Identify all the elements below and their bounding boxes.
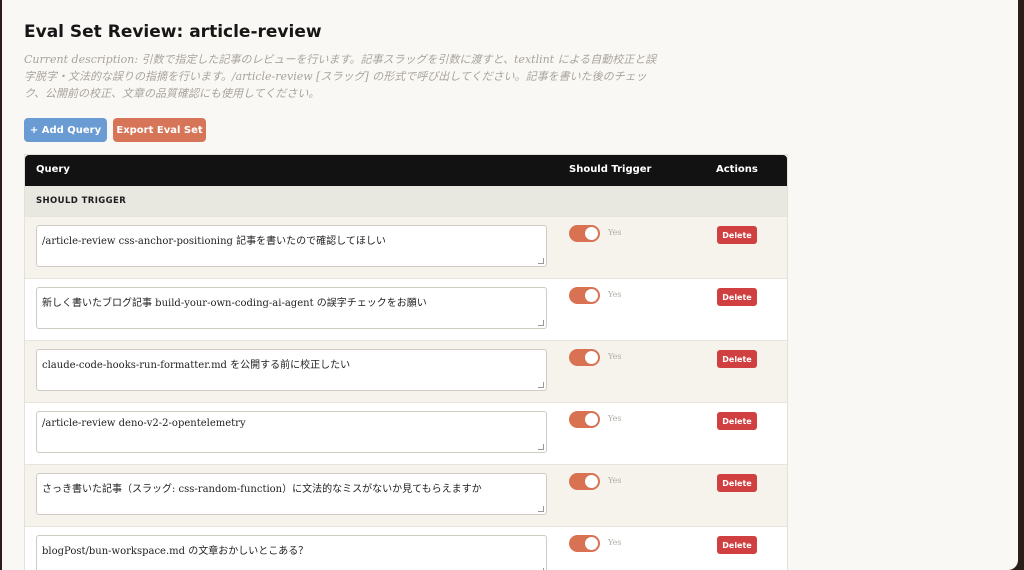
table-row: さっき書いた記事（スラッグ: css-random-function）に文法的な… (25, 464, 787, 526)
toggle-knob (585, 289, 598, 302)
delete-button[interactable]: Delete (717, 536, 757, 554)
toggle-label: Yes (608, 228, 622, 237)
delete-button[interactable]: Delete (717, 474, 757, 492)
resize-handle-icon[interactable] (538, 320, 544, 326)
query-textarea[interactable]: /article-review css-anchor-positioning 記… (36, 225, 547, 267)
toggle-label: Yes (608, 414, 622, 423)
query-textarea[interactable]: 新しく書いたブログ記事 build-your-own-coding-ai-age… (36, 287, 547, 329)
toggle-knob (585, 475, 598, 488)
toggle-label: Yes (608, 290, 622, 299)
query-text: claude-code-hooks-run-formatter.md を公開する… (42, 360, 351, 371)
should-trigger-toggle[interactable] (569, 349, 600, 366)
group-label: SHOULD TRIGGER (36, 196, 127, 206)
query-textarea[interactable]: claude-code-hooks-run-formatter.md を公開する… (36, 349, 547, 391)
toggle-knob (585, 413, 598, 426)
query-text: /article-review css-anchor-positioning 記… (42, 236, 386, 247)
table-row: /article-review css-anchor-positioning 記… (25, 216, 787, 278)
toggle-label: Yes (608, 352, 622, 361)
table-body: /article-review css-anchor-positioning 記… (25, 216, 787, 570)
should-trigger-toggle[interactable] (569, 411, 600, 428)
query-textarea[interactable]: /article-review deno-v2-2-opentelemetry (36, 411, 547, 453)
toggle-knob (585, 227, 598, 240)
add-query-button[interactable]: + Add Query (24, 118, 107, 142)
group-header-should-trigger: SHOULD TRIGGER (25, 186, 787, 216)
should-trigger-toggle[interactable] (569, 287, 600, 304)
delete-button[interactable]: Delete (717, 412, 757, 430)
eval-set-table: Query Should Trigger Actions SHOULD TRIG… (24, 154, 788, 570)
resize-handle-icon[interactable] (538, 258, 544, 264)
column-header-query: Query (36, 164, 70, 175)
column-header-should-trigger: Should Trigger (569, 164, 652, 175)
table-row: /article-review deno-v2-2-opentelemetry Y… (25, 402, 787, 464)
column-header-actions: Actions (716, 164, 758, 175)
page: Eval Set Review: article-review Current … (2, 0, 1018, 570)
toggle-label: Yes (608, 538, 622, 547)
table-header: Query Should Trigger Actions (25, 155, 787, 186)
should-trigger-toggle[interactable] (569, 473, 600, 490)
toggle-knob (585, 351, 598, 364)
delete-button[interactable]: Delete (717, 288, 757, 306)
query-text: blogPost/bun-workspace.md の文章おかしいとこある？ (42, 546, 309, 557)
table-row: 新しく書いたブログ記事 build-your-own-coding-ai-age… (25, 278, 787, 340)
page-title: Eval Set Review: article-review (24, 22, 322, 42)
should-trigger-toggle[interactable] (569, 535, 600, 552)
query-textarea[interactable]: さっき書いた記事（スラッグ: css-random-function）に文法的な… (36, 473, 547, 515)
delete-button[interactable]: Delete (717, 350, 757, 368)
toggle-label: Yes (608, 476, 622, 485)
current-description: Current description: 引数で指定した記事のレビューを行います… (24, 53, 657, 100)
toggle-knob (585, 537, 598, 550)
query-textarea[interactable]: blogPost/bun-workspace.md の文章おかしいとこある？ (36, 535, 547, 570)
resize-handle-icon[interactable] (538, 506, 544, 512)
query-text: /article-review deno-v2-2-opentelemetry (42, 418, 246, 429)
delete-button[interactable]: Delete (717, 226, 757, 244)
query-text: 新しく書いたブログ記事 build-your-own-coding-ai-age… (42, 298, 427, 309)
table-row: claude-code-hooks-run-formatter.md を公開する… (25, 340, 787, 402)
resize-handle-icon[interactable] (538, 444, 544, 450)
resize-handle-icon[interactable] (538, 382, 544, 388)
table-row: blogPost/bun-workspace.md の文章おかしいとこある？ Ye… (25, 526, 787, 570)
should-trigger-toggle[interactable] (569, 225, 600, 242)
export-eval-set-button[interactable]: Export Eval Set (113, 118, 206, 142)
query-text: さっき書いた記事（スラッグ: css-random-function）に文法的な… (42, 484, 482, 495)
